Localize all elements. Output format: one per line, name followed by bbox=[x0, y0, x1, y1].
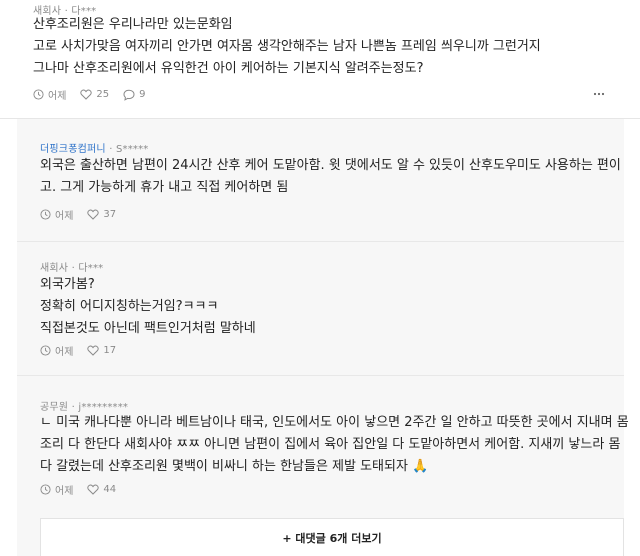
reply-text: ㄴ 미국 캐나다뿐 아니라 베트남이나 태국, 인도에서도 아이 낳으면 2주간… bbox=[40, 412, 629, 478]
clock-icon bbox=[33, 89, 44, 100]
reply-author: 새회사 · 다*** bbox=[40, 263, 104, 274]
like-count: 25 bbox=[96, 89, 110, 100]
clock-icon bbox=[40, 345, 51, 356]
reply-item: 더핑크퐁컴퍼니 · S***** 외국은 출산하면 남편이 24시간 산후 케어… bbox=[17, 119, 624, 241]
comment-text: 산후조리원은 우리나라만 있는문화임 고로 사치가맞음 여자끼리 안가면 여자몸… bbox=[33, 14, 541, 80]
reply-actions: 어제 17 bbox=[40, 343, 130, 358]
timestamp: 어제 bbox=[40, 482, 73, 497]
heart-icon bbox=[87, 345, 100, 356]
like-button[interactable]: 44 bbox=[87, 484, 116, 495]
reply-line: 정확히 어디지칭하는거임?ㅋㅋㅋ bbox=[40, 299, 219, 314]
reply-line: 고. 그게 가능하게 휴가 내고 직접 케어하면 됨 bbox=[40, 180, 289, 195]
like-button[interactable]: 25 bbox=[80, 89, 109, 100]
reply-button[interactable]: 9 bbox=[123, 89, 146, 101]
like-button[interactable]: 17 bbox=[87, 345, 116, 356]
reply-line: 다 갈렸는데 산후조리원 몇백이 비싸니 하는 한남들은 제발 도태되자 🙏 bbox=[40, 459, 429, 474]
comment-line: 산후조리원은 우리나라만 있는문화임 bbox=[33, 17, 233, 32]
reply-actions: 어제 44 bbox=[40, 482, 130, 497]
author-nickname: 다*** bbox=[78, 263, 104, 274]
reply-text: 외국가봄? 정확히 어디지칭하는거임?ㅋㅋㅋ 직접본것도 아닌데 팩트인거처럼 … bbox=[40, 274, 256, 340]
like-count: 44 bbox=[103, 484, 117, 495]
like-count: 37 bbox=[103, 209, 117, 220]
speech-bubble-icon bbox=[123, 89, 135, 101]
timestamp: 어제 bbox=[40, 207, 73, 222]
author-nickname: S***** bbox=[115, 144, 149, 155]
reply-line: ㄴ 미국 캐나다뿐 아니라 베트남이나 태국, 인도에서도 아이 낳으면 2주간… bbox=[40, 415, 629, 430]
timestamp: 어제 bbox=[40, 343, 73, 358]
timestamp: 어제 bbox=[33, 87, 66, 102]
clock-icon bbox=[40, 209, 51, 220]
like-count: 17 bbox=[103, 345, 117, 356]
reply-item: 공무원 · j********* ㄴ 미국 캐나다뿐 아니라 베트남이나 태국,… bbox=[17, 376, 629, 518]
comment-line: 그나마 산후조리원에서 유익한건 아이 케어하는 기본지식 알려주는정도? bbox=[33, 61, 424, 76]
more-options-icon[interactable] bbox=[592, 88, 606, 100]
comment: 새회사 · 다*** 산후조리원은 우리나라만 있는문화임 고로 사치가맞음 여… bbox=[0, 0, 640, 119]
comment-line: 고로 사치가맞음 여자끼리 안가면 여자몸 생각안해주는 남자 나쁜놈 프레임 … bbox=[33, 39, 541, 54]
author-company[interactable]: 더핑크퐁컴퍼니 bbox=[40, 144, 106, 155]
comment-actions: 어제 25 9 bbox=[33, 87, 160, 102]
reply-line: 외국가봄? bbox=[40, 277, 95, 292]
heart-icon bbox=[80, 89, 93, 100]
heart-icon bbox=[87, 484, 100, 495]
author-company[interactable]: 새회사 bbox=[40, 263, 68, 274]
clock-icon bbox=[40, 484, 51, 495]
reply-author: 공무원 · j********* bbox=[40, 402, 129, 413]
heart-icon bbox=[87, 209, 100, 220]
reply-count: 9 bbox=[139, 89, 146, 100]
like-button[interactable]: 37 bbox=[87, 209, 116, 220]
reply-actions: 어제 37 bbox=[40, 207, 130, 222]
reply-line: 조리 다 한단다 새회사야 ㅉㅉ 아니면 남편이 집에서 육아 집안일 다 도맡… bbox=[40, 437, 621, 452]
reply-item: 새회사 · 다*** 외국가봄? 정확히 어디지칭하는거임?ㅋㅋㅋ 직접본것도 … bbox=[17, 242, 624, 375]
reply-text: 외국은 출산하면 남편이 24시간 산후 케어 도맡아함. 윗 댓에서도 알 수… bbox=[40, 155, 621, 199]
reply-list: 더핑크퐁컴퍼니 · S***** 외국은 출산하면 남편이 24시간 산후 케어… bbox=[17, 119, 629, 556]
reply-author: 더핑크퐁컴퍼니 · S***** bbox=[40, 144, 149, 155]
load-more-replies-button[interactable]: + 대댓글 6개 더보기 bbox=[40, 518, 624, 556]
reply-line: 직접본것도 아닌데 팩트인거처럼 말하네 bbox=[40, 321, 256, 336]
reply-line: 외국은 출산하면 남편이 24시간 산후 케어 도맡아함. 윗 댓에서도 알 수… bbox=[40, 158, 621, 173]
